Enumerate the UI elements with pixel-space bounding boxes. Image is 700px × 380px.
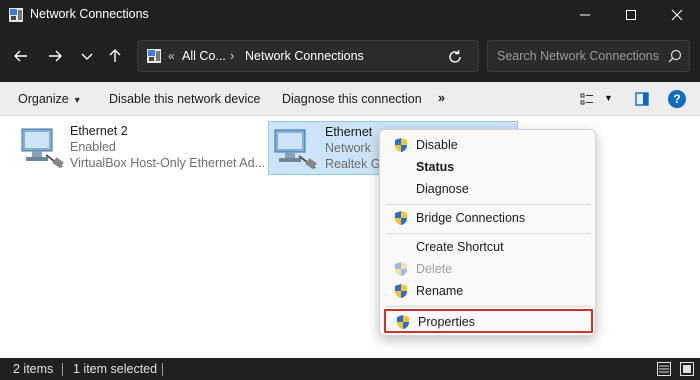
menu-item-properties[interactable]: Properties — [384, 309, 593, 333]
uac-shield-icon — [395, 262, 407, 276]
address-bar[interactable]: « All Co... › Network Connections — [137, 40, 479, 72]
title-bar: Network Connections — [0, 0, 700, 30]
menu-item-delete[interactable]: Delete — [384, 258, 593, 280]
minimize-button[interactable] — [562, 0, 608, 30]
organize-button[interactable]: Organize ▼ — [18, 92, 82, 106]
preview-pane-icon[interactable] — [635, 92, 649, 106]
network-adapter-icon — [21, 128, 64, 169]
menu-item-label: Status — [416, 160, 455, 174]
maximize-button[interactable] — [608, 0, 654, 30]
disable-device-button[interactable]: Disable this network device — [109, 92, 260, 106]
organize-label: Organize — [18, 92, 69, 106]
search-input[interactable]: Search Network Connections — [487, 40, 690, 72]
status-bar: 2 items 1 item selected — [0, 358, 700, 380]
command-bar: Organize ▼ Disable this network device Di… — [0, 82, 700, 116]
menu-item-status[interactable]: Status — [384, 156, 593, 178]
connection-name: Ethernet — [325, 125, 373, 139]
uac-shield-icon — [395, 138, 407, 152]
forward-button[interactable] — [43, 44, 67, 68]
menu-separator — [386, 204, 591, 205]
address-overflow-button[interactable]: « — [168, 49, 175, 63]
menu-item-label: Properties — [418, 315, 475, 329]
back-button[interactable] — [9, 44, 33, 68]
network-connections-icon — [9, 8, 23, 22]
menu-item-disable[interactable]: Disable — [384, 134, 593, 156]
maximize-icon — [626, 10, 636, 20]
chevron-down-icon — [81, 53, 93, 60]
breadcrumb-network-connections[interactable]: Network Connections — [245, 49, 364, 63]
menu-item-label: Rename — [416, 284, 464, 298]
uac-shield-icon — [395, 284, 407, 298]
menu-item-label: Bridge Connections — [416, 211, 526, 225]
recent-locations-button[interactable] — [75, 44, 99, 68]
navigation-bar: « All Co... › Network Connections Search… — [0, 30, 700, 82]
help-button[interactable]: ? — [668, 90, 686, 108]
refresh-icon[interactable] — [446, 48, 464, 66]
details-view-icon[interactable] — [656, 361, 672, 377]
menu-separator — [386, 233, 591, 234]
connection-status: Network — [325, 141, 371, 155]
network-adapter-icon — [274, 129, 317, 170]
arrow-up-icon — [109, 49, 121, 62]
menu-separator — [386, 306, 591, 307]
more-commands-button[interactable]: » — [438, 91, 445, 105]
breadcrumb-all-control-panel[interactable]: All Co... — [182, 49, 226, 63]
menu-item-diagnose[interactable]: Diagnose — [384, 178, 593, 200]
menu-item-rename[interactable]: Rename — [384, 280, 593, 302]
menu-item-create-shortcut[interactable]: Create Shortcut — [384, 236, 593, 258]
close-button[interactable] — [654, 0, 700, 30]
menu-item-bridge-connections[interactable]: Bridge Connections — [384, 207, 593, 229]
large-icons-view-icon[interactable] — [679, 361, 695, 377]
status-divider — [162, 363, 163, 376]
caret-down-icon: ▼ — [72, 95, 82, 105]
menu-item-label: Disable — [416, 138, 458, 152]
search-placeholder: Search Network Connections — [497, 49, 659, 63]
connection-item-ethernet-2[interactable]: Ethernet 2 Enabled VirtualBox Host-Only … — [14, 121, 266, 175]
status-divider — [62, 363, 63, 376]
breadcrumb-separator[interactable]: › — [230, 48, 234, 63]
search-icon — [668, 49, 682, 63]
view-options-caret-icon[interactable]: ▼ — [604, 93, 613, 103]
change-view-icon[interactable] — [580, 92, 594, 106]
close-icon — [671, 9, 683, 21]
context-menu: Disable Status Diagnose Bridge Connectio… — [379, 129, 596, 336]
menu-item-label: Create Shortcut — [416, 240, 504, 254]
menu-item-label: Diagnose — [416, 182, 469, 196]
selection-count: 1 item selected — [73, 362, 158, 376]
arrow-left-icon — [14, 50, 27, 62]
arrow-right-icon — [49, 50, 62, 62]
diagnose-connection-button[interactable]: Diagnose this connection — [282, 92, 422, 106]
item-count: 2 items — [13, 362, 54, 376]
window-title: Network Connections — [30, 7, 149, 21]
connection-status: Enabled — [70, 140, 116, 154]
network-connections-icon — [147, 49, 161, 63]
uac-shield-icon — [397, 315, 409, 329]
connection-device: VirtualBox Host-Only Ethernet Ad... — [70, 156, 266, 170]
uac-shield-icon — [395, 211, 407, 225]
connection-name: Ethernet 2 — [70, 124, 128, 138]
up-button[interactable] — [103, 44, 127, 68]
minimize-icon — [580, 14, 590, 16]
menu-item-label: Delete — [416, 262, 453, 276]
